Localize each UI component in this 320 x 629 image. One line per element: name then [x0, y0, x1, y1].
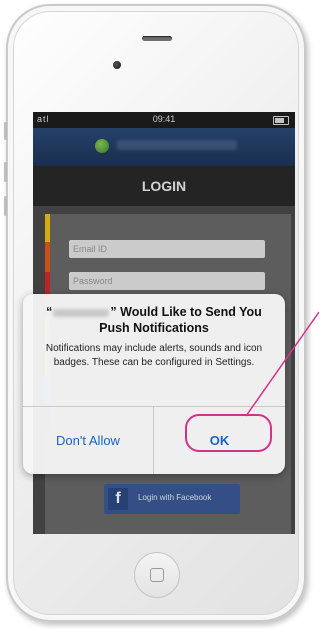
earpiece-speaker	[142, 36, 172, 41]
alert-divider	[23, 406, 285, 407]
alert-message: Notifications may include alerts, sounds…	[45, 343, 263, 368]
volume-up-button	[4, 162, 7, 182]
alert-title-text: ” Would Like to Send You Push Notificati…	[99, 305, 262, 335]
alert-title: “ ” Would Like to Send You Push Notificat…	[31, 304, 277, 336]
ok-button-highlight	[185, 414, 272, 452]
home-square-icon	[150, 568, 164, 582]
front-camera	[113, 61, 121, 69]
mute-switch	[4, 122, 7, 140]
dont-allow-button[interactable]: Don't Allow	[23, 408, 153, 474]
volume-down-button	[4, 196, 7, 216]
home-button[interactable]	[134, 552, 180, 598]
app-name-blurred	[53, 308, 110, 317]
alert-title-prefix: “	[46, 305, 53, 319]
